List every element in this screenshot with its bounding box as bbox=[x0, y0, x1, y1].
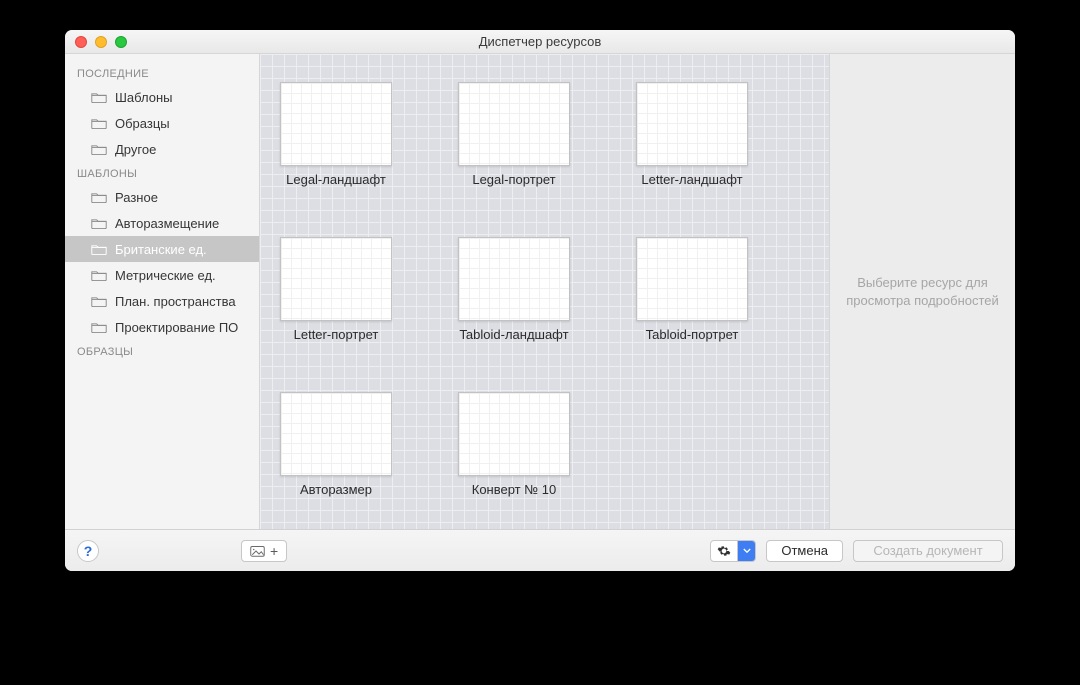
template-thumbnail bbox=[280, 82, 392, 166]
window-body: ПОСЛЕДНИЕ Шаблоны Образцы Другое ШАБЛОНЫ Разн… bbox=[65, 54, 1015, 529]
sidebar-item[interactable]: Британские ед. bbox=[65, 236, 259, 262]
chevron-down-icon bbox=[743, 548, 751, 554]
sidebar-item[interactable]: Образцы bbox=[65, 110, 259, 136]
folder-icon bbox=[91, 217, 107, 229]
folder-icon bbox=[91, 91, 107, 103]
folder-icon bbox=[91, 295, 107, 307]
template-tile[interactable]: Авторазмер bbox=[280, 392, 392, 497]
details-placeholder: Выберите ресурс для просмотра подробност… bbox=[844, 274, 1001, 309]
template-tile[interactable]: Letter-ландшафт bbox=[636, 82, 748, 187]
sidebar-item[interactable]: Разное bbox=[65, 184, 259, 210]
template-label: Tabloid-ландшафт bbox=[459, 327, 568, 342]
template-label: Legal-портрет bbox=[472, 172, 555, 187]
sidebar: ПОСЛЕДНИЕ Шаблоны Образцы Другое ШАБЛОНЫ Разн… bbox=[65, 54, 260, 529]
titlebar: Диспетчер ресурсов bbox=[65, 30, 1015, 54]
plus-icon: + bbox=[270, 543, 278, 559]
template-thumbnail bbox=[458, 82, 570, 166]
minimize-window-button[interactable] bbox=[95, 36, 107, 48]
folder-icon bbox=[91, 269, 107, 281]
sidebar-section-header: ШАБЛОНЫ bbox=[65, 162, 259, 184]
create-document-button: Создать документ bbox=[853, 540, 1003, 562]
sidebar-item-label: План. пространства bbox=[115, 294, 236, 309]
sidebar-item[interactable]: Проектирование ПО bbox=[65, 314, 259, 340]
template-tile[interactable]: Tabloid-ландшафт bbox=[458, 237, 570, 342]
sidebar-item[interactable]: Шаблоны bbox=[65, 84, 259, 110]
sidebar-item-label: Авторазмещение bbox=[115, 216, 219, 231]
template-thumbnail bbox=[636, 82, 748, 166]
gear-icon bbox=[717, 544, 731, 558]
sidebar-item-label: Метрические ед. bbox=[115, 268, 216, 283]
template-tile[interactable]: Legal-ландшафт bbox=[280, 82, 392, 187]
template-tile[interactable]: Tabloid-портрет bbox=[636, 237, 748, 342]
template-grid: Legal-ландшафт Legal-портрет Letter-ландша… bbox=[260, 54, 829, 517]
cancel-button[interactable]: Отмена bbox=[766, 540, 843, 562]
folder-icon bbox=[91, 321, 107, 333]
sidebar-item[interactable]: План. пространства bbox=[65, 288, 259, 314]
folder-icon bbox=[91, 243, 107, 255]
gear-dropdown-button[interactable] bbox=[737, 541, 755, 561]
folder-icon bbox=[91, 191, 107, 203]
template-thumbnail bbox=[280, 237, 392, 321]
template-grid-area: Legal-ландшафт Legal-портрет Letter-ландша… bbox=[260, 54, 830, 529]
template-tile[interactable]: Legal-портрет bbox=[458, 82, 570, 187]
template-thumbnail bbox=[636, 237, 748, 321]
template-label: Tabloid-портрет bbox=[646, 327, 739, 342]
sidebar-item-label: Проектирование ПО bbox=[115, 320, 238, 335]
template-label: Авторазмер bbox=[300, 482, 372, 497]
sidebar-item[interactable]: Авторазмещение bbox=[65, 210, 259, 236]
folder-icon bbox=[91, 143, 107, 155]
canvas-icon bbox=[250, 544, 268, 558]
folder-icon bbox=[91, 117, 107, 129]
sidebar-item[interactable]: Метрические ед. bbox=[65, 262, 259, 288]
template-label: Letter-портрет bbox=[294, 327, 379, 342]
template-label: Letter-ландшафт bbox=[641, 172, 742, 187]
template-thumbnail bbox=[280, 392, 392, 476]
sidebar-item-label: Британские ед. bbox=[115, 242, 207, 257]
sidebar-section-header: ОБРАЗЦЫ bbox=[65, 340, 259, 362]
template-label: Legal-ландшафт bbox=[286, 172, 386, 187]
window-controls bbox=[75, 36, 127, 48]
template-tile[interactable]: Конверт № 10 bbox=[458, 392, 570, 497]
template-tile[interactable]: Letter-портрет bbox=[280, 237, 392, 342]
sidebar-item[interactable]: Другое bbox=[65, 136, 259, 162]
sidebar-item-label: Шаблоны bbox=[115, 90, 173, 105]
resource-manager-window: Диспетчер ресурсов ПОСЛЕДНИЕ Шаблоны Образ… bbox=[65, 30, 1015, 571]
add-canvas-button[interactable]: + bbox=[241, 540, 287, 562]
close-window-button[interactable] bbox=[75, 36, 87, 48]
footer-toolbar: ? + Отмена Создать документ bbox=[65, 529, 1015, 571]
help-button[interactable]: ? bbox=[77, 540, 99, 562]
sidebar-item-label: Образцы bbox=[115, 116, 170, 131]
details-panel: Выберите ресурс для просмотра подробност… bbox=[830, 54, 1015, 529]
sidebar-item-label: Другое bbox=[115, 142, 156, 157]
template-thumbnail bbox=[458, 237, 570, 321]
zoom-window-button[interactable] bbox=[115, 36, 127, 48]
gear-menu bbox=[710, 540, 756, 562]
template-label: Конверт № 10 bbox=[472, 482, 557, 497]
gear-button[interactable] bbox=[711, 541, 737, 561]
template-thumbnail bbox=[458, 392, 570, 476]
window-title: Диспетчер ресурсов bbox=[479, 34, 602, 49]
sidebar-section-header: ПОСЛЕДНИЕ bbox=[65, 62, 259, 84]
sidebar-item-label: Разное bbox=[115, 190, 158, 205]
